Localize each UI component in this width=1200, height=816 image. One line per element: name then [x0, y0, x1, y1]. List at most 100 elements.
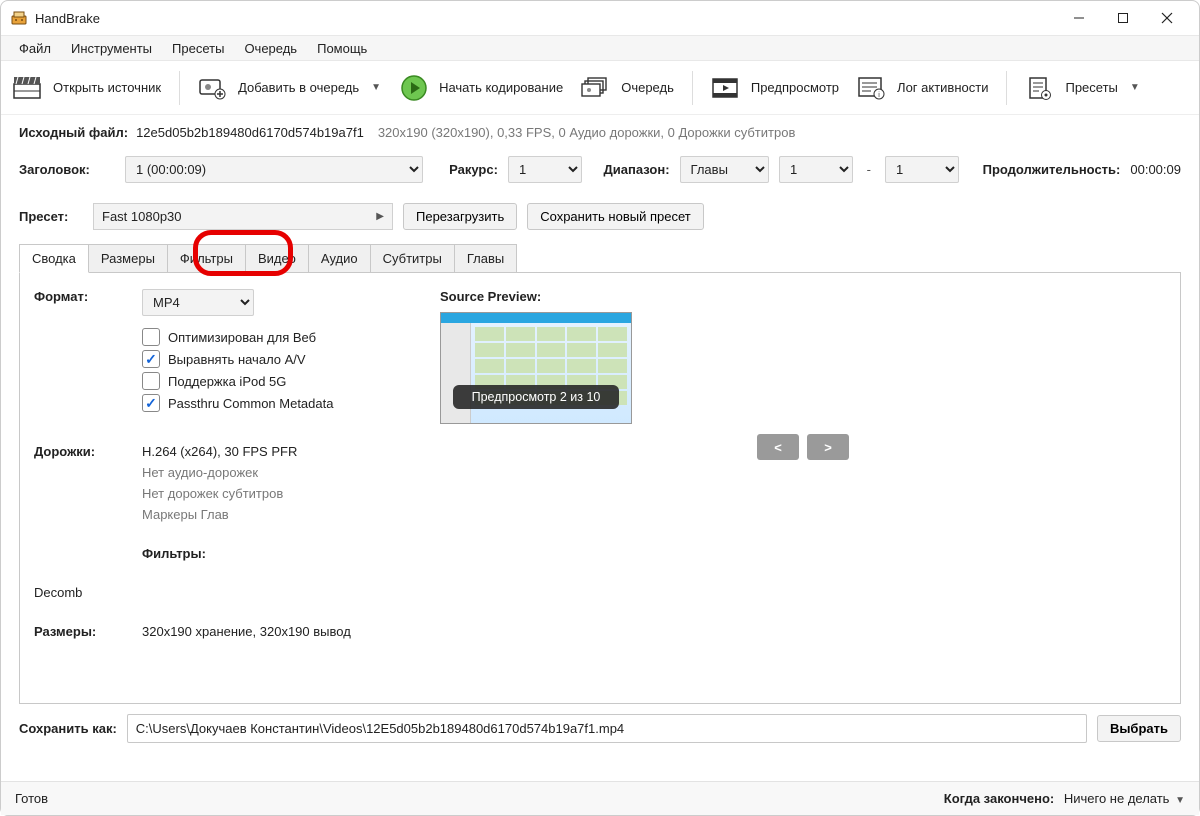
checkbox-passthru-label: Passthru Common Metadata — [168, 396, 333, 411]
toolbar-queue-label: Очередь — [621, 80, 674, 95]
size-label: Размеры: — [34, 624, 134, 639]
app-logo-icon — [11, 10, 27, 26]
chevron-down-icon[interactable]: ▼ — [1175, 795, 1185, 806]
toolbar-open-label: Открыть источник — [53, 80, 161, 95]
titlebar: HandBrake — [1, 1, 1199, 35]
toolbar-presets-label: Пресеты — [1065, 80, 1117, 95]
presets-icon — [1025, 75, 1055, 101]
toolbar-divider — [692, 71, 693, 105]
format-label: Формат: — [34, 289, 134, 416]
range-dash: - — [863, 162, 875, 177]
tab-subtitles[interactable]: Субтитры — [370, 244, 455, 273]
source-details: 320x190 (320x190), 0,33 FPS, 0 Аудио дор… — [378, 125, 796, 140]
preset-value: Fast 1080p30 — [102, 209, 182, 224]
source-preview: Source Preview: Предпросмотр 2 из 10 < — [440, 289, 1166, 649]
checkbox-passthru-metadata[interactable] — [142, 394, 160, 412]
preset-label: Пресет: — [19, 209, 83, 224]
play-icon — [399, 75, 429, 101]
toolbar-show-queue[interactable]: Очередь — [581, 75, 674, 101]
menubar: Файл Инструменты Пресеты Очередь Помощь — [1, 35, 1199, 61]
browse-button[interactable]: Выбрать — [1097, 715, 1181, 742]
chevron-down-icon[interactable]: ▼ — [1130, 82, 1140, 93]
track-line: Маркеры Глав — [142, 507, 432, 522]
checkbox-web-label: Оптимизирован для Веб — [168, 330, 316, 345]
toolbar-activity-log[interactable]: i Лог активности — [857, 75, 988, 101]
maximize-button[interactable] — [1101, 3, 1145, 33]
toolbar-activity-label: Лог активности — [897, 80, 988, 95]
preview-title: Source Preview: — [440, 289, 1166, 304]
source-name: 12e5d05b2b189480d6170d574b19a7f1 — [136, 125, 364, 140]
when-done-label: Когда закончено: — [944, 791, 1054, 806]
summary-panel: Формат: MP4 Оптимизирован для Веб Выравн… — [19, 272, 1181, 704]
format-select[interactable]: MP4 — [142, 289, 254, 316]
filters-label: Фильтры: — [142, 546, 432, 561]
tab-audio[interactable]: Аудио — [308, 244, 371, 273]
range-type-select[interactable]: Главы — [680, 156, 770, 183]
status-ready: Готов — [15, 791, 48, 806]
track-line: Нет аудио-дорожек — [142, 465, 432, 480]
duration-label: Продолжительность: — [983, 162, 1121, 177]
checkbox-ipod-label: Поддержка iPod 5G — [168, 374, 286, 389]
title-label: Заголовок: — [19, 162, 115, 177]
toolbar-divider — [1006, 71, 1007, 105]
preview-image: Предпросмотр 2 из 10 — [440, 312, 632, 424]
duration-value: 00:00:09 — [1130, 162, 1181, 177]
range-start-select[interactable]: 1 — [779, 156, 853, 183]
minimize-button[interactable] — [1057, 3, 1101, 33]
checkbox-web-optimized[interactable] — [142, 328, 160, 346]
toolbar-start-label: Начать кодирование — [439, 80, 563, 95]
toolbar-add-queue-label: Добавить в очередь — [238, 80, 359, 95]
toolbar-divider — [179, 71, 180, 105]
menu-help[interactable]: Помощь — [307, 39, 377, 58]
source-info: Исходный файл: 12e5d05b2b189480d6170d574… — [1, 115, 1199, 146]
angle-select[interactable]: 1 — [508, 156, 582, 183]
reload-preset-button[interactable]: Перезагрузить — [403, 203, 517, 230]
save-new-preset-button[interactable]: Сохранить новый пресет — [527, 203, 704, 230]
window-title: HandBrake — [35, 11, 100, 26]
film-clapper-icon — [13, 75, 43, 101]
preset-select[interactable]: Fast 1080p30 ▶ — [93, 203, 393, 230]
save-as-label: Сохранить как: — [19, 721, 117, 736]
toolbar-start-encode[interactable]: Начать кодирование — [399, 75, 563, 101]
angle-label: Ракурс: — [449, 162, 498, 177]
activity-log-icon: i — [857, 75, 887, 101]
toolbar-preview-label: Предпросмотр — [751, 80, 839, 95]
checkbox-ipod-5g[interactable] — [142, 372, 160, 390]
track-line: H.264 (x264), 30 FPS PFR — [142, 444, 432, 459]
toolbar-presets[interactable]: Пресеты ▼ — [1025, 75, 1139, 101]
close-button[interactable] — [1145, 3, 1189, 33]
triangle-right-icon: ▶ — [376, 211, 384, 222]
toolbar: Открыть источник Добавить в очередь ▼ На… — [1, 61, 1199, 115]
range-end-select[interactable]: 1 — [885, 156, 959, 183]
filters-value: Decomb — [34, 585, 134, 600]
title-select[interactable]: 1 (00:00:09) — [125, 156, 423, 183]
statusbar: Готов Когда закончено: Ничего не делать … — [1, 781, 1199, 815]
size-value: 320x190 хранение, 320x190 вывод — [142, 624, 432, 639]
toolbar-add-queue[interactable]: Добавить в очередь ▼ — [198, 75, 381, 101]
toolbar-open-source[interactable]: Открыть источник — [13, 75, 161, 101]
menu-tools[interactable]: Инструменты — [61, 39, 162, 58]
tabs: Сводка Размеры Фильтры Видео Аудио Субти… — [19, 244, 1181, 273]
tab-dimensions[interactable]: Размеры — [88, 244, 168, 273]
menu-queue[interactable]: Очередь — [234, 39, 307, 58]
checkbox-align-av[interactable] — [142, 350, 160, 368]
queue-icon — [581, 75, 611, 101]
when-done-value[interactable]: Ничего не делать — [1064, 791, 1170, 806]
preview-next-button[interactable]: > — [807, 434, 849, 460]
preview-overlay-text: Предпросмотр 2 из 10 — [453, 385, 619, 409]
tab-chapters[interactable]: Главы — [454, 244, 517, 273]
tab-filters[interactable]: Фильтры — [167, 244, 246, 273]
checkbox-align-label: Выравнять начало A/V — [168, 352, 306, 367]
toolbar-preview[interactable]: Предпросмотр — [711, 75, 839, 101]
track-line: Нет дорожек субтитров — [142, 486, 432, 501]
preview-icon — [711, 75, 741, 101]
tab-summary[interactable]: Сводка — [19, 244, 89, 273]
preview-prev-button[interactable]: < — [757, 434, 799, 460]
tab-video[interactable]: Видео — [245, 244, 309, 273]
menu-presets[interactable]: Пресеты — [162, 39, 234, 58]
range-label: Диапазон: — [604, 162, 670, 177]
menu-file[interactable]: Файл — [9, 39, 61, 58]
save-path-input[interactable] — [127, 714, 1087, 743]
chevron-down-icon[interactable]: ▼ — [371, 82, 381, 93]
add-queue-icon — [198, 75, 228, 101]
